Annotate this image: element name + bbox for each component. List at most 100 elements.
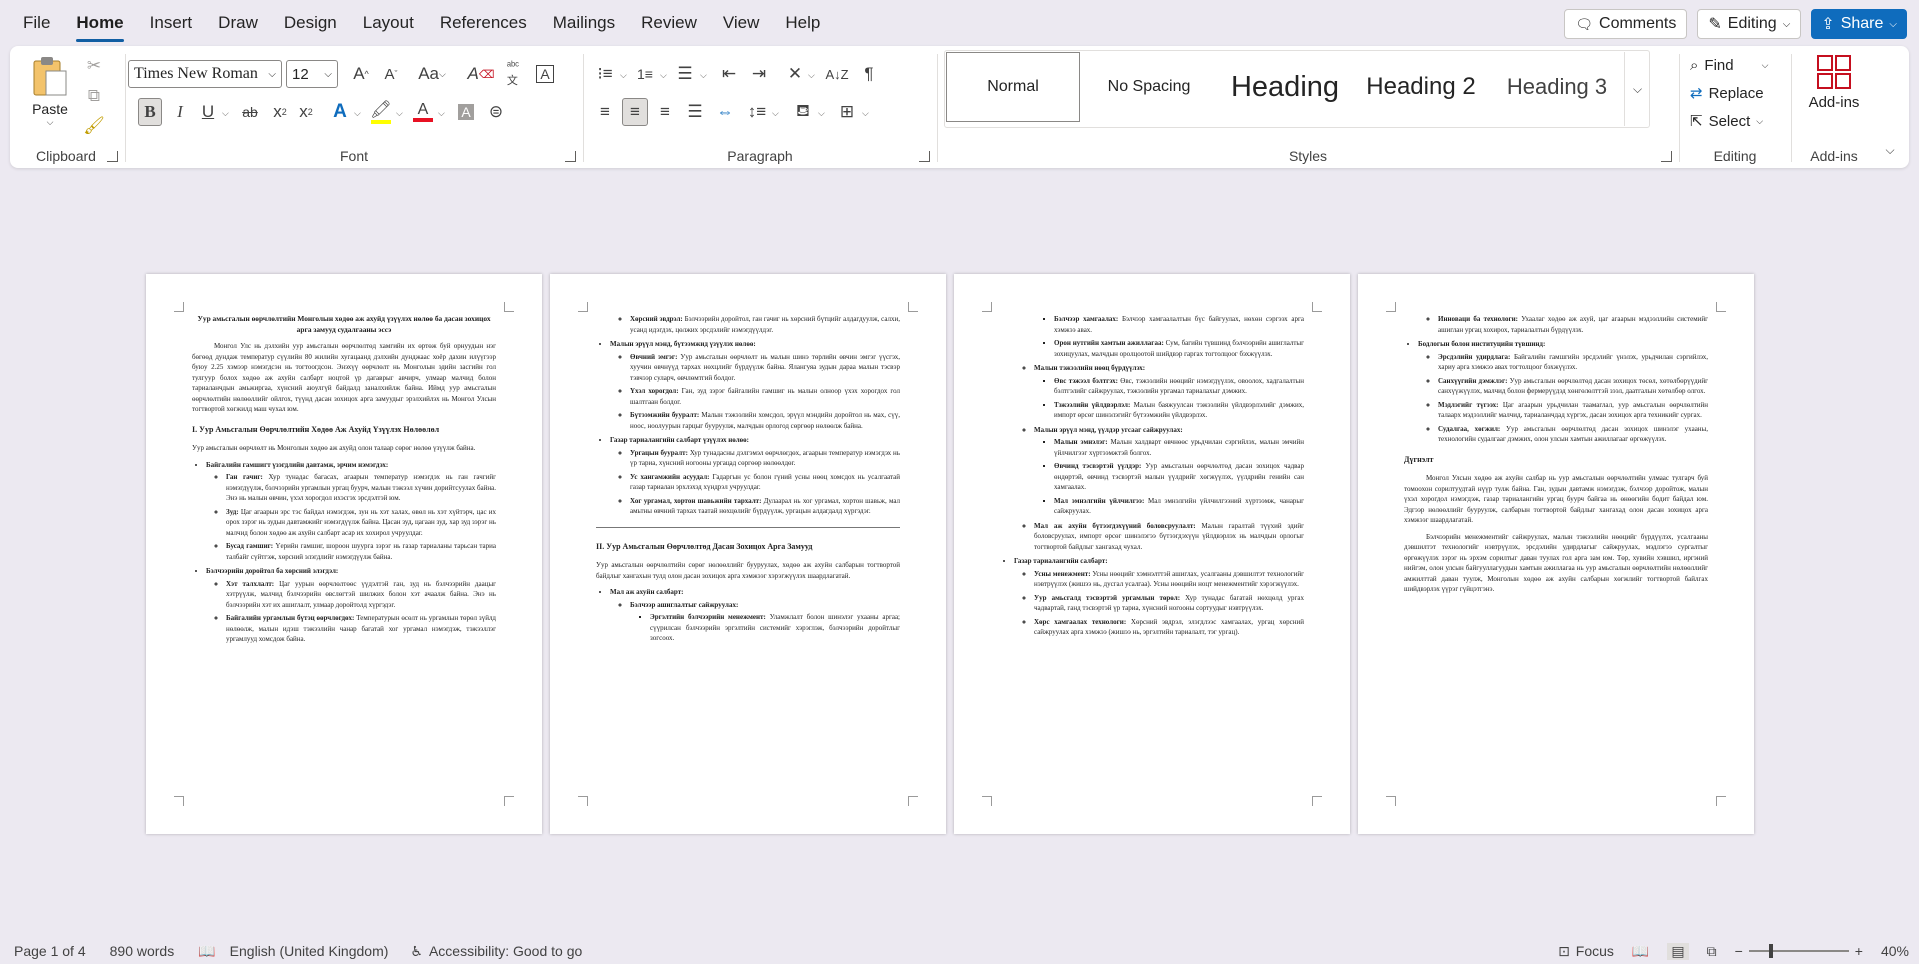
styles-launcher-icon[interactable]: [1661, 151, 1672, 162]
tab-insert[interactable]: Insert: [137, 0, 206, 46]
paragraph-shading-icon[interactable]: ⛾: [790, 98, 816, 126]
addins-button[interactable]: Add-ins: [1800, 54, 1868, 134]
tab-file[interactable]: File: [10, 0, 63, 46]
sort-icon[interactable]: A↓Z: [824, 60, 850, 88]
chevron-down-icon[interactable]: ⌵: [620, 70, 627, 81]
print-layout-icon[interactable]: ▤: [1667, 942, 1689, 960]
highlight-color-icon[interactable]: 🖍: [368, 98, 394, 126]
share-button[interactable]: ⇪ Share ⌵: [1811, 9, 1907, 39]
tab-review[interactable]: Review: [628, 0, 710, 46]
chevron-down-icon[interactable]: ⌵: [660, 70, 667, 81]
chevron-down-icon[interactable]: ⌵: [354, 108, 361, 119]
phonetic-guide-icon[interactable]: ᵃᵇᶜ 文: [500, 60, 526, 88]
zoom-level[interactable]: 40%: [1881, 943, 1909, 959]
chevron-down-icon[interactable]: ⌵: [818, 108, 825, 119]
subscript-button[interactable]: x2: [268, 98, 292, 126]
replace-button[interactable]: ⇄ Replace: [1690, 80, 1764, 106]
strikethrough-button[interactable]: ab: [236, 98, 264, 126]
style-no-spacing[interactable]: No Spacing: [1082, 52, 1216, 122]
tab-layout[interactable]: Layout: [350, 0, 427, 46]
proofing-button[interactable]: 📖: [198, 943, 215, 960]
editing-mode-button[interactable]: ✎ Editing ⌵: [1697, 9, 1802, 39]
line-spacing-icon[interactable]: ↕≡: [744, 98, 770, 126]
change-case-icon[interactable]: Aa ⌵: [412, 60, 452, 88]
tab-home[interactable]: Home: [63, 0, 136, 46]
distributed-icon[interactable]: ⇔: [712, 98, 738, 126]
style-heading[interactable]: Heading: [1218, 52, 1352, 122]
cut-icon[interactable]: ✂: [82, 54, 106, 78]
enclose-characters-icon[interactable]: ⊜: [484, 98, 508, 126]
styles-more-icon[interactable]: ⌵: [1624, 52, 1650, 126]
chevron-down-icon[interactable]: ⌵: [396, 108, 403, 119]
chevron-down-icon[interactable]: ⌵: [772, 108, 779, 119]
numbering-icon[interactable]: 1≡: [632, 60, 658, 88]
style-heading-3[interactable]: Heading 3: [1490, 52, 1624, 122]
chevron-down-icon[interactable]: ⌵: [438, 108, 445, 119]
copy-icon[interactable]: ⧉: [82, 84, 106, 108]
document-page-4[interactable]: Инноваци ба технологи: Ухаалаг хөдөө аж …: [1358, 274, 1754, 834]
bullets-icon[interactable]: ⁝≡: [592, 60, 618, 88]
paste-button[interactable]: Paste ⌵: [24, 52, 76, 130]
chevron-down-icon[interactable]: ⌵: [808, 70, 815, 81]
clipboard-launcher-icon[interactable]: [107, 151, 118, 162]
web-layout-icon[interactable]: ⧉: [1707, 943, 1717, 960]
chevron-down-icon[interactable]: ⌵: [222, 108, 229, 119]
zoom-out-icon[interactable]: −: [1735, 943, 1743, 959]
format-painter-icon[interactable]: 🖌: [82, 114, 106, 138]
multilevel-list-icon[interactable]: ☰: [672, 60, 698, 88]
read-mode-icon[interactable]: 📖: [1632, 943, 1649, 960]
superscript-button[interactable]: x2: [294, 98, 318, 126]
zoom-slider[interactable]: − +: [1735, 943, 1863, 959]
tab-draw[interactable]: Draw: [205, 0, 271, 46]
zoom-thumb[interactable]: [1768, 944, 1773, 958]
clear-formatting-icon[interactable]: A ⌫: [468, 60, 495, 88]
tab-mailings[interactable]: Mailings: [540, 0, 628, 46]
font-size-box[interactable]: 12 ⌵: [286, 60, 338, 88]
text-effects-icon[interactable]: A: [328, 98, 352, 126]
text-direction-icon[interactable]: ✕: [782, 60, 808, 88]
grow-font-icon[interactable]: A ^: [348, 60, 374, 88]
chevron-down-icon[interactable]: ⌵: [862, 108, 869, 119]
align-right-icon[interactable]: ≡: [652, 98, 678, 126]
shrink-font-icon[interactable]: Aˇ: [378, 60, 404, 88]
borders-icon[interactable]: ⊞: [834, 98, 860, 126]
tab-design[interactable]: Design: [271, 0, 350, 46]
zoom-in-icon[interactable]: +: [1855, 943, 1863, 959]
align-center-icon[interactable]: ≡: [622, 98, 648, 126]
align-left-icon[interactable]: ≡: [592, 98, 618, 126]
decrease-indent-icon[interactable]: ⇤: [716, 60, 742, 88]
bold-button[interactable]: B: [138, 98, 162, 126]
focus-button[interactable]: ⊡ Focus: [1558, 943, 1614, 960]
italic-button[interactable]: I: [168, 98, 192, 126]
tab-help[interactable]: Help: [772, 0, 833, 46]
page-count[interactable]: Page 1 of 4: [14, 943, 86, 959]
chevron-down-icon[interactable]: ⌵: [700, 70, 707, 81]
comments-button[interactable]: 🗨 Comments: [1564, 9, 1688, 39]
paragraph-launcher-icon[interactable]: [919, 151, 930, 162]
language-button[interactable]: English (United Kingdom): [230, 943, 389, 959]
find-button[interactable]: ⌕ Find ⌵: [1690, 52, 1768, 78]
zoom-track[interactable]: [1748, 944, 1849, 958]
list-item: Бэлчээрийн доройтол ба хөрсний элэгдэл: …: [206, 566, 496, 645]
document-page-3[interactable]: Бэлчээр хамгаалах: Бэлчээр хамгаалалтын …: [954, 274, 1350, 834]
character-border-icon[interactable]: A: [532, 60, 558, 88]
increase-indent-icon[interactable]: ⇥: [746, 60, 772, 88]
style-normal[interactable]: Normal: [946, 52, 1080, 122]
word-count[interactable]: 890 words: [110, 943, 175, 959]
select-button[interactable]: ⇱ Select ⌵: [1690, 108, 1763, 134]
font-color-icon[interactable]: A: [410, 98, 436, 126]
justify-icon[interactable]: ☰: [682, 98, 708, 126]
tab-view[interactable]: View: [710, 0, 773, 46]
collapse-ribbon-icon[interactable]: ⌵: [1880, 140, 1900, 160]
divider: [1679, 54, 1680, 162]
font-launcher-icon[interactable]: [565, 151, 576, 162]
document-page-2[interactable]: Хөрсний эвдрэл: Бэлчээрийн доройтол, ган…: [550, 274, 946, 834]
tab-references[interactable]: References: [427, 0, 540, 46]
document-page-1[interactable]: Уур амьсгалын өөрчлөлтийн Монголын хөдөө…: [146, 274, 542, 834]
style-heading-2[interactable]: Heading 2: [1354, 52, 1488, 122]
underline-button[interactable]: U: [196, 98, 220, 126]
show-formatting-icon[interactable]: ¶: [856, 60, 882, 88]
font-name-box[interactable]: Times New Roman ⌵: [128, 60, 282, 88]
shading-icon[interactable]: A: [454, 98, 478, 126]
accessibility-button[interactable]: ♿ Accessibility: Good to go: [410, 943, 582, 960]
